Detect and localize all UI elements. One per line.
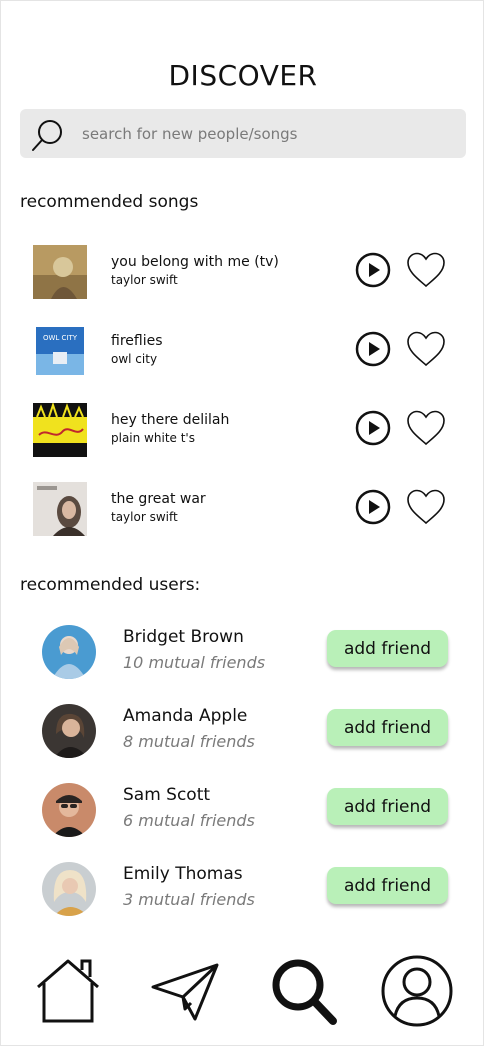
avatar[interactable] — [42, 704, 96, 758]
mutual-friends-count: 6 mutual friends — [123, 811, 255, 830]
play-button[interactable] — [355, 252, 391, 288]
search-bar[interactable] — [20, 109, 466, 158]
song-title[interactable]: the great war — [111, 491, 206, 507]
user-name[interactable]: Amanda Apple — [123, 706, 247, 726]
song-row: you belong with me (tv) taylor swift — [1, 245, 484, 305]
song-row: the great war taylor swift — [1, 482, 484, 542]
song-title[interactable]: fireflies — [111, 333, 163, 349]
album-art[interactable] — [33, 245, 87, 299]
search-input[interactable] — [82, 109, 452, 158]
phone-frame: DISCOVER recommended songs you belong wi… — [0, 0, 484, 1046]
song-artist[interactable]: taylor swift — [111, 510, 178, 524]
avatar[interactable] — [42, 783, 96, 837]
mutual-friends-count: 8 mutual friends — [123, 732, 255, 751]
song-artist[interactable]: plain white t's — [111, 431, 195, 445]
song-title[interactable]: you belong with me (tv) — [111, 254, 279, 270]
avatar[interactable] — [42, 862, 96, 916]
user-row: Emily Thomas 3 mutual friends add friend — [1, 862, 484, 922]
play-button[interactable] — [355, 410, 391, 446]
profile-icon[interactable] — [379, 953, 455, 1029]
heart-icon[interactable] — [405, 251, 447, 289]
song-row: OWL CITY fireflies owl city — [1, 324, 484, 384]
song-artist[interactable]: owl city — [111, 352, 157, 366]
mutual-friends-count: 3 mutual friends — [123, 890, 255, 909]
add-friend-button[interactable]: add friend — [327, 630, 448, 667]
avatar[interactable] — [42, 625, 96, 679]
search-icon[interactable] — [265, 953, 341, 1029]
user-row: Amanda Apple 8 mutual friends add friend — [1, 704, 484, 764]
add-friend-button[interactable]: add friend — [327, 788, 448, 825]
song-title[interactable]: hey there delilah — [111, 412, 229, 428]
user-name[interactable]: Bridget Brown — [123, 627, 244, 647]
search-icon — [32, 120, 62, 151]
home-icon[interactable] — [30, 953, 106, 1029]
paper-plane-icon[interactable] — [147, 953, 223, 1029]
play-button[interactable] — [355, 489, 391, 525]
song-row: hey there delilah plain white t's — [1, 403, 484, 463]
page-title: DISCOVER — [168, 59, 318, 92]
user-name[interactable]: Emily Thomas — [123, 864, 243, 884]
user-row: Sam Scott 6 mutual friends add friend — [1, 783, 484, 843]
user-name[interactable]: Sam Scott — [123, 785, 210, 805]
album-art[interactable]: OWL CITY — [33, 324, 87, 378]
album-art[interactable] — [33, 403, 87, 457]
heart-icon[interactable] — [405, 330, 447, 368]
svg-text:OWL CITY: OWL CITY — [43, 334, 78, 342]
heart-icon[interactable] — [405, 409, 447, 447]
recommended-users-heading: recommended users: — [20, 575, 201, 595]
recommended-songs-heading: recommended songs — [20, 192, 199, 212]
mutual-friends-count: 10 mutual friends — [123, 653, 266, 672]
user-row: Bridget Brown 10 mutual friends add frie… — [1, 625, 484, 685]
add-friend-button[interactable]: add friend — [327, 867, 448, 904]
play-button[interactable] — [355, 331, 391, 367]
album-art[interactable] — [33, 482, 87, 536]
add-friend-button[interactable]: add friend — [327, 709, 448, 746]
song-artist[interactable]: taylor swift — [111, 273, 178, 287]
heart-icon[interactable] — [405, 488, 447, 526]
